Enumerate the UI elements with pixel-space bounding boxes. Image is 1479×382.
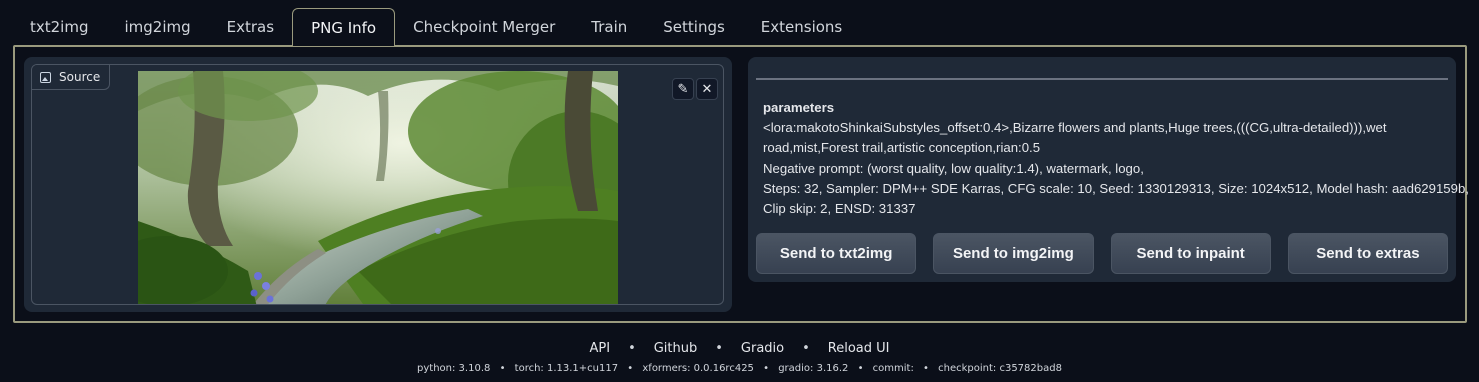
generation-info: parameters <lora:makotoShinkaiSubstyles_…	[763, 98, 1469, 219]
edit-image-button[interactable]: ✎	[672, 78, 694, 100]
clear-image-button[interactable]: ✕	[696, 78, 718, 100]
send-buttons-row: Send to txt2img Send to img2img Send to …	[756, 233, 1448, 274]
info-line: Clip skip: 2, ENSD: 31337	[763, 201, 916, 217]
source-panel: Source ✎ ✕	[24, 57, 732, 312]
tab-extras[interactable]: Extras	[209, 8, 292, 46]
info-line: Negative prompt: (worst quality, low qua…	[763, 160, 1144, 176]
pencil-icon: ✎	[677, 81, 689, 97]
info-line: road,mist,Forest trail,artistic concepti…	[763, 140, 1041, 156]
parameters-title: parameters	[763, 100, 835, 115]
close-icon: ✕	[701, 81, 713, 97]
image-icon	[40, 71, 51, 83]
tab-extensions[interactable]: Extensions	[743, 8, 860, 46]
version-python: python: 3.10.8	[417, 363, 491, 374]
info-line: <lora:makotoShinkaiSubstyles_offset:0.4>…	[763, 120, 1387, 136]
info-line: Steps: 32, Sampler: DPM++ SDE Karras, CF…	[763, 180, 1469, 196]
version-xformers: xformers: 0.0.16rc425	[642, 363, 754, 374]
version-gradio: gradio: 3.16.2	[778, 363, 849, 374]
version-checkpoint: checkpoint: c35782bad8	[938, 363, 1062, 374]
source-label: Source	[32, 65, 111, 90]
tab-png-info[interactable]: PNG Info	[292, 8, 396, 46]
footer-separator: •	[802, 341, 810, 356]
source-image-dropzone[interactable]: Source ✎ ✕	[31, 64, 724, 305]
divider	[756, 78, 1448, 80]
api-link[interactable]: API	[589, 341, 610, 356]
footer-separator: •	[715, 341, 723, 356]
github-link[interactable]: Github	[654, 341, 698, 356]
version-torch: torch: 1.13.1+cu117	[514, 363, 619, 374]
tab-txt2img[interactable]: txt2img	[12, 8, 106, 46]
version-commit: commit:	[872, 363, 914, 374]
version-info: python: 3.10.8 • torch: 1.13.1+cu117 • x…	[0, 363, 1479, 374]
gradio-link[interactable]: Gradio	[741, 341, 784, 356]
footer-separator: •	[627, 363, 634, 374]
source-image	[138, 71, 618, 304]
footer-separator: •	[763, 363, 770, 374]
tab-settings[interactable]: Settings	[645, 8, 743, 46]
footer-separator: •	[628, 341, 636, 356]
send-to-img2img-button[interactable]: Send to img2img	[933, 233, 1094, 274]
tab-train[interactable]: Train	[573, 8, 645, 46]
footer-links: API • Github • Gradio • Reload UI	[0, 341, 1479, 356]
png-info-panel: parameters <lora:makotoShinkaiSubstyles_…	[748, 57, 1469, 282]
footer-separator: •	[857, 363, 864, 374]
forest-path-illustration	[138, 71, 618, 304]
tab-checkpoint-merger[interactable]: Checkpoint Merger	[395, 8, 573, 46]
send-to-txt2img-button[interactable]: Send to txt2img	[756, 233, 917, 274]
send-to-extras-button[interactable]: Send to extras	[1287, 233, 1448, 274]
footer-separator: •	[923, 363, 929, 374]
send-to-inpaint-button[interactable]: Send to inpaint	[1110, 233, 1271, 274]
reload-ui-link[interactable]: Reload UI	[828, 341, 890, 356]
footer-separator: •	[499, 363, 506, 374]
tab-bar: txt2img img2img Extras PNG Info Checkpoi…	[12, 8, 860, 46]
source-label-text: Source	[59, 70, 101, 84]
tab-img2img[interactable]: img2img	[106, 8, 208, 46]
